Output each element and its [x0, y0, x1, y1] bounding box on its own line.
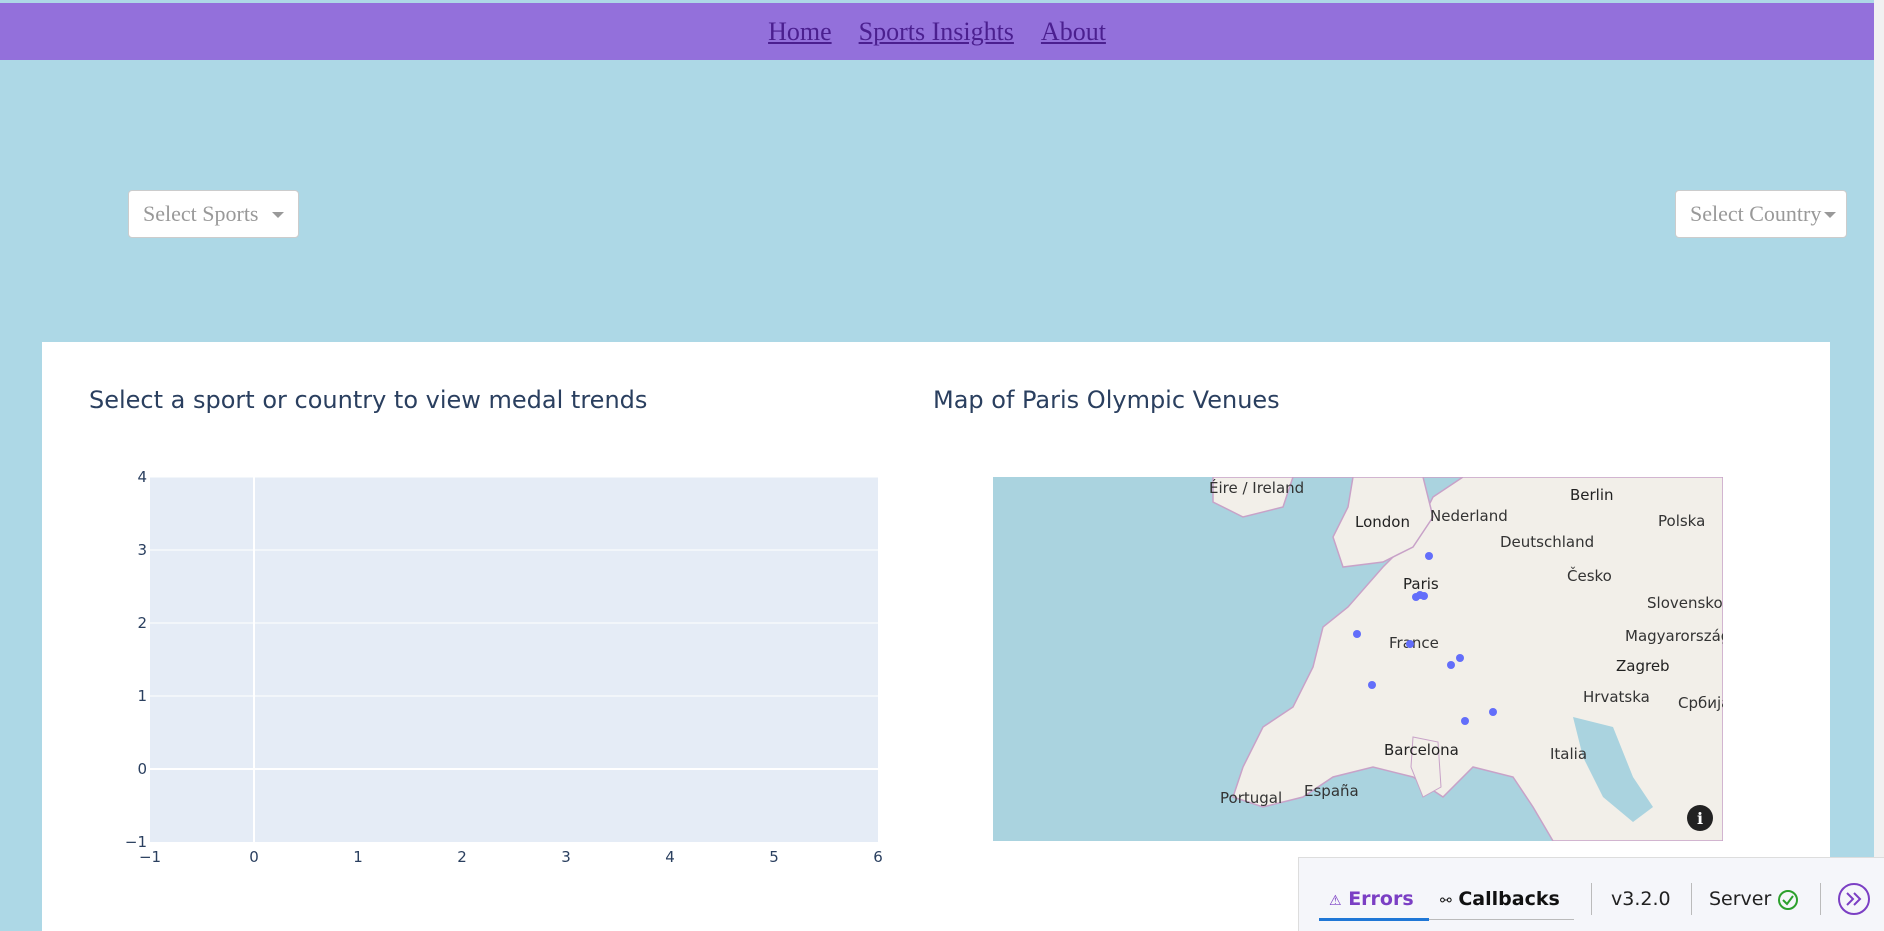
page-scrollbar[interactable]: [1874, 0, 1884, 931]
x-tick-label: 5: [769, 848, 779, 866]
map-label-london: London: [1355, 513, 1410, 531]
medal-trend-chart[interactable]: −1 0 1 2 3 4 −1 0 1 2 3 4 5 6: [120, 465, 890, 870]
trend-chart-title: Select a sport or country to view medal …: [89, 386, 648, 414]
venue-map[interactable]: Éire / Ireland London Nederland Berlin P…: [993, 477, 1723, 841]
y-tick-label: 1: [137, 687, 147, 705]
y-tick-label: 2: [137, 614, 147, 632]
venue-marker[interactable]: [1420, 592, 1428, 600]
venue-marker[interactable]: [1368, 681, 1376, 689]
x-tick-label: 3: [561, 848, 571, 866]
map-label-cesko: Česko: [1567, 567, 1612, 585]
errors-tab-label: Errors: [1348, 888, 1414, 910]
y-tick-label: 3: [137, 541, 147, 559]
venue-marker[interactable]: [1425, 552, 1433, 560]
x-tick-label: 6: [873, 848, 883, 866]
venue-marker[interactable]: [1461, 717, 1469, 725]
errors-tab-underline: [1319, 918, 1429, 921]
x-tick-label: 0: [249, 848, 259, 866]
x-tick-label: 4: [665, 848, 675, 866]
map-label-polska: Polska: [1658, 512, 1706, 530]
nav-home-link[interactable]: Home: [768, 17, 832, 47]
collapse-devtools-icon[interactable]: [1837, 882, 1871, 916]
select-sports-placeholder: Select Sports: [143, 201, 259, 226]
version-label: v3.2.0: [1611, 888, 1671, 910]
callbacks-tab[interactable]: ⚯ Callbacks: [1440, 888, 1560, 910]
y-tick-label: 0: [137, 760, 147, 778]
divider: [1591, 883, 1592, 915]
nav-about-link[interactable]: About: [1041, 17, 1106, 47]
venue-marker[interactable]: [1353, 630, 1361, 638]
map-label-barcelona: Barcelona: [1384, 741, 1459, 759]
venue-marker[interactable]: [1489, 708, 1497, 716]
y-axis-ticks: −101234: [125, 468, 147, 851]
x-tick-label: −1: [139, 848, 161, 866]
x-tick-label: 1: [353, 848, 363, 866]
map-label-ireland: Éire / Ireland: [1209, 479, 1305, 497]
map-label-espana: España: [1304, 782, 1359, 800]
check-circle-icon: [1778, 889, 1799, 910]
info-icon[interactable]: i: [1687, 805, 1713, 831]
callbacks-tab-label: Callbacks: [1458, 888, 1560, 910]
server-status[interactable]: Server: [1709, 888, 1799, 911]
select-sports-dropdown[interactable]: Select Sports: [128, 190, 299, 238]
select-country-dropdown[interactable]: Select Country: [1675, 190, 1847, 238]
callbacks-icon: ⚯: [1440, 893, 1452, 909]
divider: [1691, 883, 1692, 915]
map-label-portugal: Portugal: [1220, 789, 1283, 807]
map-label-hrvatska: Hrvatska: [1583, 688, 1650, 706]
divider: [1820, 883, 1821, 915]
venue-marker[interactable]: [1406, 640, 1414, 648]
venue-marker[interactable]: [1447, 661, 1455, 669]
x-axis-ticks: −1 0 1 2 3 4 5 6: [139, 848, 883, 866]
errors-tab[interactable]: ⚠ Errors: [1329, 888, 1414, 910]
map-title: Map of Paris Olympic Venues: [933, 386, 1280, 414]
select-country-placeholder: Select Country: [1690, 201, 1822, 226]
top-navbar: Home Sports Insights About: [0, 3, 1874, 60]
map-label-italia: Italia: [1550, 745, 1588, 763]
venue-marker[interactable]: [1456, 654, 1464, 662]
y-tick-label: 4: [137, 468, 147, 486]
nav-sports-insights-link[interactable]: Sports Insights: [859, 17, 1014, 47]
tabs-baseline: [1429, 919, 1574, 920]
chevron-down-icon: [1824, 212, 1836, 218]
map-label-deutschland: Deutschland: [1500, 533, 1595, 551]
warning-icon: ⚠: [1329, 893, 1342, 909]
dev-tools-bar: ⚠ Errors ⚯ Callbacks v3.2.0 Server: [1298, 857, 1884, 931]
map-label-srbija: Србија: [1678, 694, 1723, 712]
server-label: Server: [1709, 888, 1772, 910]
map-label-zagreb: Zagreb: [1616, 657, 1670, 675]
plot-area: [150, 477, 878, 842]
map-label-berlin: Berlin: [1570, 486, 1614, 504]
map-label-nederland: Nederland: [1430, 507, 1508, 525]
map-label-slovensko: Slovensko: [1647, 594, 1723, 612]
chevron-down-icon: [272, 212, 284, 218]
x-tick-label: 2: [457, 848, 467, 866]
map-label-magyarorszag: Magyarország: [1625, 627, 1723, 645]
